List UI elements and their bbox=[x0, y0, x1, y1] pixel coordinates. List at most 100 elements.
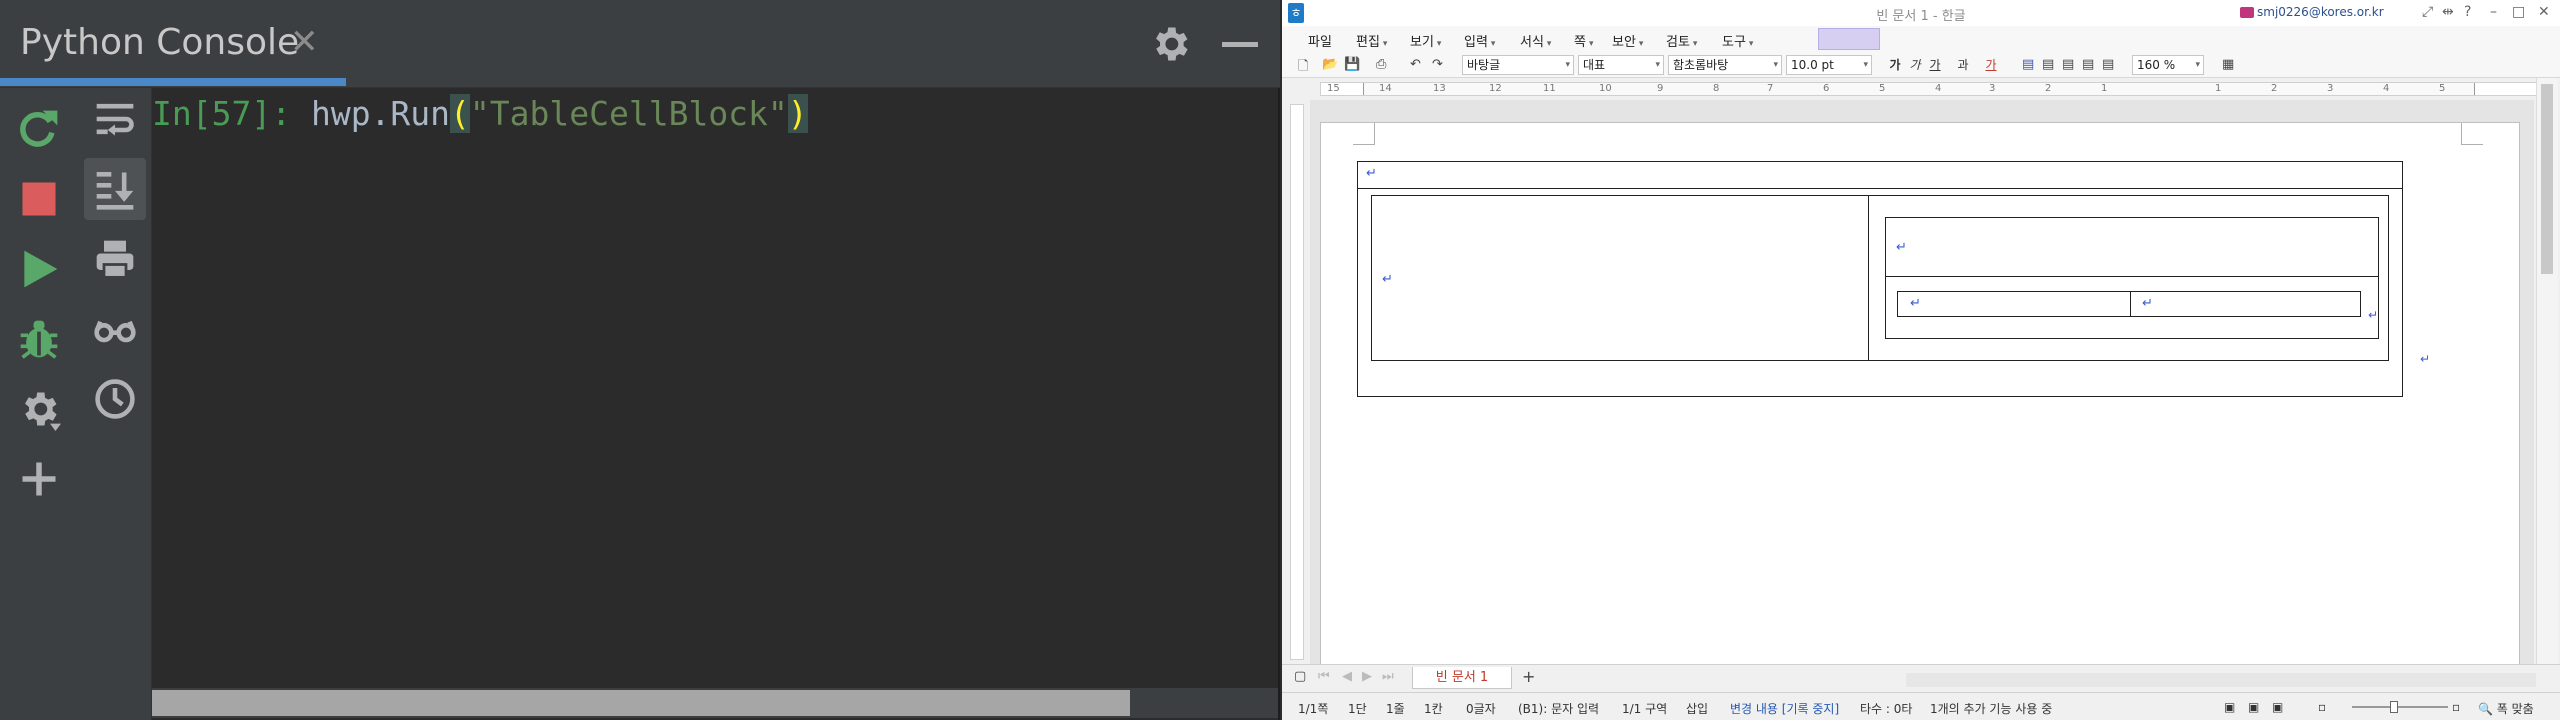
code-string-arg: "TableCellBlock" bbox=[469, 94, 788, 133]
toolbar-mode-toggle[interactable] bbox=[1818, 28, 1880, 50]
soft-wrap-icon[interactable] bbox=[84, 88, 146, 150]
active-tab-indicator bbox=[0, 78, 346, 86]
zoom-in-icon[interactable]: ▫ bbox=[2452, 700, 2460, 714]
menu-review[interactable]: 검토 ▾ bbox=[1666, 31, 1697, 50]
document-page[interactable]: ↵ ↵ ↵ ↵ ↵ ↵ ↵ bbox=[1320, 122, 2520, 664]
zoom-field[interactable]: 160 % ▾ bbox=[2132, 55, 2204, 75]
minimize-icon[interactable] bbox=[1222, 42, 1258, 47]
menu-page[interactable]: 쪽 ▾ bbox=[1574, 31, 1594, 50]
last-tab-icon[interactable]: ⏭ bbox=[1382, 669, 1394, 684]
style-select[interactable]: 바탕글 ▾ bbox=[1462, 55, 1574, 75]
history-icon[interactable] bbox=[84, 368, 146, 430]
align-right-icon[interactable]: ▤ bbox=[2082, 57, 2094, 72]
font-select[interactable]: 함초롬바탕 ▾ bbox=[1668, 55, 1782, 75]
menu-tools[interactable]: 도구 ▾ bbox=[1722, 31, 1753, 50]
status-track-changes[interactable]: 변경 내용 [기록 중지] bbox=[1730, 700, 1839, 717]
font-color-button[interactable]: 가 bbox=[1982, 56, 2000, 74]
console-horizontal-scrollbar[interactable] bbox=[152, 688, 1278, 718]
maximize-window-icon[interactable]: □ bbox=[2512, 4, 2525, 20]
menu-edit[interactable]: 편집 ▾ bbox=[1356, 31, 1387, 50]
bold-button[interactable]: 가 bbox=[1886, 56, 1904, 74]
vertical-scroll-thumb[interactable] bbox=[2541, 84, 2553, 274]
layout-icon[interactable]: ⇹ bbox=[2442, 4, 2454, 20]
view-layout-icon[interactable]: ▣ bbox=[2248, 700, 2259, 714]
ruler-number: 15 bbox=[1327, 83, 1340, 94]
font-lang-select[interactable]: 대표 ▾ bbox=[1578, 55, 1664, 75]
scroll-to-end-icon[interactable] bbox=[84, 158, 146, 220]
menu-format[interactable]: 서식 ▾ bbox=[1520, 31, 1551, 50]
menu-security[interactable]: 보안 ▾ bbox=[1612, 31, 1643, 50]
horizontal-scrollbar[interactable] bbox=[1906, 673, 2536, 687]
align-center-icon[interactable]: ▤ bbox=[2062, 57, 2074, 72]
underline-button[interactable]: 가 bbox=[1926, 56, 1944, 74]
inner-table[interactable]: ↵ ↵ bbox=[1885, 217, 2379, 339]
align-distribute-icon[interactable]: ▤ bbox=[2102, 57, 2114, 72]
tab-list-icon[interactable]: ▢ bbox=[1294, 669, 1306, 684]
close-window-icon[interactable]: ✕ bbox=[2538, 4, 2550, 20]
zoom-slider-handle[interactable] bbox=[2390, 701, 2398, 713]
print-icon[interactable]: ⎙ bbox=[1376, 57, 1386, 72]
fullscreen-icon[interactable]: ⤢ bbox=[2422, 4, 2433, 20]
font-size-field[interactable]: 10.0 pt ▾ bbox=[1786, 55, 1872, 75]
outer-row-divider bbox=[1358, 188, 2402, 189]
menu-insert[interactable]: 입력 ▾ bbox=[1464, 31, 1495, 50]
document-area[interactable]: ↵ ↵ ↵ ↵ ↵ ↵ ↵ bbox=[1310, 100, 2534, 664]
vertical-scrollbar[interactable] bbox=[2536, 78, 2558, 664]
tab-python-console[interactable]: Python Console ✕ bbox=[0, 0, 346, 88]
paragraph-mark: ↵ bbox=[2368, 308, 2379, 322]
strikethrough-button[interactable]: 과 bbox=[1954, 56, 1972, 74]
redo-icon[interactable]: ↷ bbox=[1432, 57, 1443, 72]
menu-view[interactable]: 보기 ▾ bbox=[1410, 31, 1441, 50]
menu-page-label: 쪽 bbox=[1574, 35, 1586, 50]
rerun-icon[interactable] bbox=[8, 98, 70, 160]
save-icon[interactable]: 💾 bbox=[1344, 57, 1360, 72]
gear-icon[interactable] bbox=[1148, 22, 1192, 66]
view-mode-icon[interactable]: ▦ bbox=[2222, 57, 2234, 72]
tab-document-1[interactable]: 빈 문서 1 bbox=[1412, 667, 1512, 689]
view-normal-icon[interactable]: ▣ bbox=[2224, 700, 2235, 714]
first-tab-icon[interactable]: ⏮ bbox=[1318, 669, 1330, 684]
variables-glasses-icon[interactable] bbox=[84, 298, 146, 360]
settings-icon[interactable] bbox=[8, 378, 70, 440]
console-input-line[interactable]: In[57]: hwp.Run("TableCellBlock") bbox=[152, 90, 808, 138]
innermost-table[interactable]: ↵ ↵ bbox=[1897, 291, 2361, 317]
zoom-slider[interactable] bbox=[2352, 706, 2448, 708]
align-justify-icon[interactable]: ▤ bbox=[2022, 57, 2034, 72]
status-addons[interactable]: 1개의 추가 기능 사용 중 bbox=[1930, 700, 2052, 717]
add-icon[interactable] bbox=[8, 448, 70, 510]
add-tab-icon[interactable]: + bbox=[1522, 667, 1535, 686]
fit-width-button[interactable]: 🔍 폭 맞춤 bbox=[2478, 700, 2534, 717]
console-scroll-thumb[interactable] bbox=[152, 690, 1130, 716]
print-icon[interactable] bbox=[84, 228, 146, 290]
run-icon[interactable] bbox=[8, 238, 70, 300]
horizontal-ruler[interactable]: 15 14 13 12 11 10 9 8 7 6 5 4 3 2 1 1 2 … bbox=[1320, 82, 2542, 96]
prev-tab-icon[interactable]: ◀ bbox=[1342, 669, 1352, 684]
menu-file[interactable]: 파일 bbox=[1308, 31, 1332, 50]
ruler-number: 5 bbox=[1879, 83, 1886, 94]
italic-button[interactable]: 가 bbox=[1906, 56, 1924, 74]
zoom-out-icon[interactable]: ▫ bbox=[2318, 700, 2326, 714]
user-account[interactable]: smj0226@kores.or.kr bbox=[2257, 5, 2384, 19]
help-icon[interactable]: ? bbox=[2464, 4, 2471, 20]
menu-edit-label: 편집 bbox=[1356, 35, 1380, 50]
hwp-window: ㅎ 빈 문서 1 - 한글 smj0226@kores.or.kr ⤢ ⇹ ? … bbox=[1282, 0, 2560, 720]
zoom-value: 160 bbox=[2137, 58, 2160, 72]
vertical-ruler[interactable] bbox=[1290, 104, 1304, 660]
status-cell: (B1): 문자 입력 bbox=[1518, 702, 1600, 716]
status-count: 0글자 bbox=[1466, 702, 1496, 716]
align-left-icon[interactable]: ▤ bbox=[2042, 57, 2054, 72]
status-column: 1단 bbox=[1348, 702, 1367, 716]
minimize-window-icon[interactable]: – bbox=[2490, 4, 2497, 20]
status-insert-mode[interactable]: 삽입 bbox=[1686, 700, 1708, 717]
console-output-area[interactable]: In[57]: hwp.Run("TableCellBlock") bbox=[152, 88, 1278, 688]
debug-icon[interactable] bbox=[8, 308, 70, 370]
close-icon[interactable]: ✕ bbox=[290, 22, 319, 62]
undo-icon[interactable]: ↶ bbox=[1410, 57, 1421, 72]
menu-review-label: 검토 bbox=[1666, 35, 1690, 50]
next-tab-icon[interactable]: ▶ bbox=[1362, 669, 1372, 684]
open-icon[interactable]: 📂 bbox=[1322, 57, 1338, 72]
stop-icon[interactable] bbox=[8, 168, 70, 230]
new-doc-icon[interactable]: 🗋 bbox=[1298, 57, 1308, 79]
view-print-icon[interactable]: ▣ bbox=[2272, 700, 2283, 714]
menu-format-label: 서식 bbox=[1520, 35, 1544, 50]
